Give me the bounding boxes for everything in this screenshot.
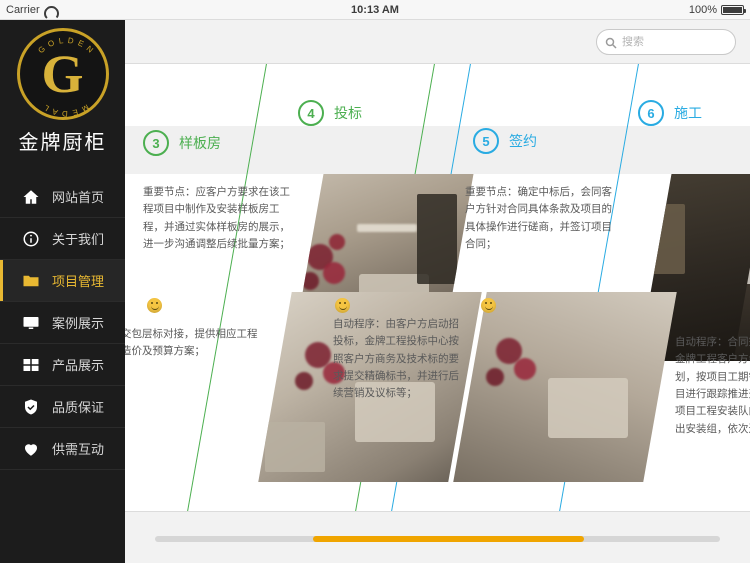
step-5-header: 5 签约 bbox=[473, 128, 537, 154]
step-label: 签约 bbox=[509, 133, 537, 149]
photo-row2-kitchen-right bbox=[453, 292, 677, 482]
step4-description: 自动程序：由客户方启动招投标，金牌工程投标中心按照客户方商务及技术标的要求提交精… bbox=[333, 318, 459, 400]
sidebar-item-label: 品质保证 bbox=[52, 400, 105, 415]
sidebar-item-project-management[interactable]: 项目管理 bbox=[0, 260, 125, 302]
step5-description: 重要节点：确定中标后，会同客户方针对合同具体条款及项目的具体操作进行磋商，并签订… bbox=[465, 186, 612, 250]
brand-logo: G O L D E N M E D A L G 金牌厨柜 bbox=[0, 20, 125, 170]
sidebar-item-about[interactable]: 关于我们 bbox=[0, 218, 125, 260]
sidebar-item-label: 供需互动 bbox=[52, 442, 105, 457]
monitor-icon bbox=[22, 314, 40, 332]
logo-ring-top: G O L D E N bbox=[36, 36, 95, 55]
search-input[interactable] bbox=[622, 36, 727, 48]
step-3-header: 3 样板房 bbox=[143, 130, 221, 156]
status-bar: Carrier 10:13 AM 100% bbox=[0, 0, 750, 20]
search-box[interactable] bbox=[596, 29, 736, 55]
step-4-header: 4 投标 bbox=[298, 100, 362, 126]
sidebar-item-home[interactable]: 网站首页 bbox=[0, 176, 125, 218]
step-number: 3 bbox=[143, 130, 169, 156]
sidebar-item-cases[interactable]: 案例展示 bbox=[0, 302, 125, 344]
shield-check-icon bbox=[22, 398, 40, 416]
status-bar-right: 100% bbox=[688, 3, 746, 16]
step6-description: 自动程序：合同签订后，金牌工程客户方会同排计划，按项目工期需求对项目进行跟踪推进… bbox=[675, 336, 750, 435]
brand-name: 金牌厨柜 bbox=[18, 132, 107, 154]
info-icon bbox=[22, 230, 40, 248]
top-bar bbox=[125, 20, 750, 64]
step-number: 5 bbox=[473, 128, 499, 154]
horizontal-scrollbar-track[interactable] bbox=[155, 536, 720, 542]
smiley-icon bbox=[147, 298, 162, 313]
battery-percent-label: 100% bbox=[688, 3, 717, 16]
step3-description: 重要节点：应客户方要求在该工程项目中制作及安装样板房工程，并通过实体样板房的展示… bbox=[143, 186, 290, 250]
smiley-icon bbox=[481, 298, 496, 313]
heart-icon bbox=[22, 440, 40, 458]
logo-ring-bottom: M E D A L bbox=[41, 102, 90, 118]
sidebar-item-products[interactable]: 产品展示 bbox=[0, 344, 125, 386]
photo-inner bbox=[453, 292, 677, 482]
sidebar-item-label: 产品展示 bbox=[52, 358, 105, 373]
search-icon bbox=[605, 36, 617, 49]
content-canvas: 3 样板房 4 投标 5 签约 6 施工 重要节点：应客户方要求在该工程项目中制… bbox=[125, 64, 750, 511]
sidebar-item-label: 网站首页 bbox=[52, 190, 105, 205]
sidebar-item-quality[interactable]: 品质保证 bbox=[0, 386, 125, 428]
grid-icon bbox=[22, 356, 40, 374]
app-root: Carrier 10:13 AM 100% G O L D E N M E D … bbox=[0, 0, 750, 563]
step-label: 样板房 bbox=[179, 135, 221, 151]
step-6-header: 6 施工 bbox=[638, 100, 702, 126]
horizontal-scrollbar-thumb[interactable] bbox=[313, 536, 585, 542]
smiley-icon bbox=[335, 298, 350, 313]
home-icon bbox=[22, 188, 40, 206]
logo-ring-text: G O L D E N M E D A L bbox=[36, 36, 95, 118]
step-label: 施工 bbox=[674, 105, 702, 121]
step-number: 6 bbox=[638, 100, 664, 126]
status-bar-time: 10:13 AM bbox=[351, 3, 399, 16]
step-label: 投标 bbox=[334, 105, 362, 121]
sidebar-item-interaction[interactable]: 供需互动 bbox=[0, 428, 125, 470]
battery-icon bbox=[721, 4, 746, 15]
sidebar-item-label: 项目管理 bbox=[52, 274, 105, 289]
folder-icon bbox=[22, 272, 40, 290]
step3-secondary-description: 交包层标对接，提供相应工程造价及预算方案； bbox=[125, 328, 258, 358]
logo-circle: G O L D E N M E D A L G bbox=[16, 28, 109, 120]
step-number: 4 bbox=[298, 100, 324, 126]
sidebar-item-label: 关于我们 bbox=[52, 232, 105, 247]
sidebar-item-label: 案例展示 bbox=[52, 316, 105, 331]
sidebar-nav: 网站首页 关于我们 项目管理 案例展示 产品展示 品质保证 供需互动 bbox=[0, 176, 125, 470]
sidebar: G O L D E N M E D A L G 金牌厨柜 网站首页 关于我们 项… bbox=[0, 20, 125, 563]
bottom-bar bbox=[125, 511, 750, 563]
